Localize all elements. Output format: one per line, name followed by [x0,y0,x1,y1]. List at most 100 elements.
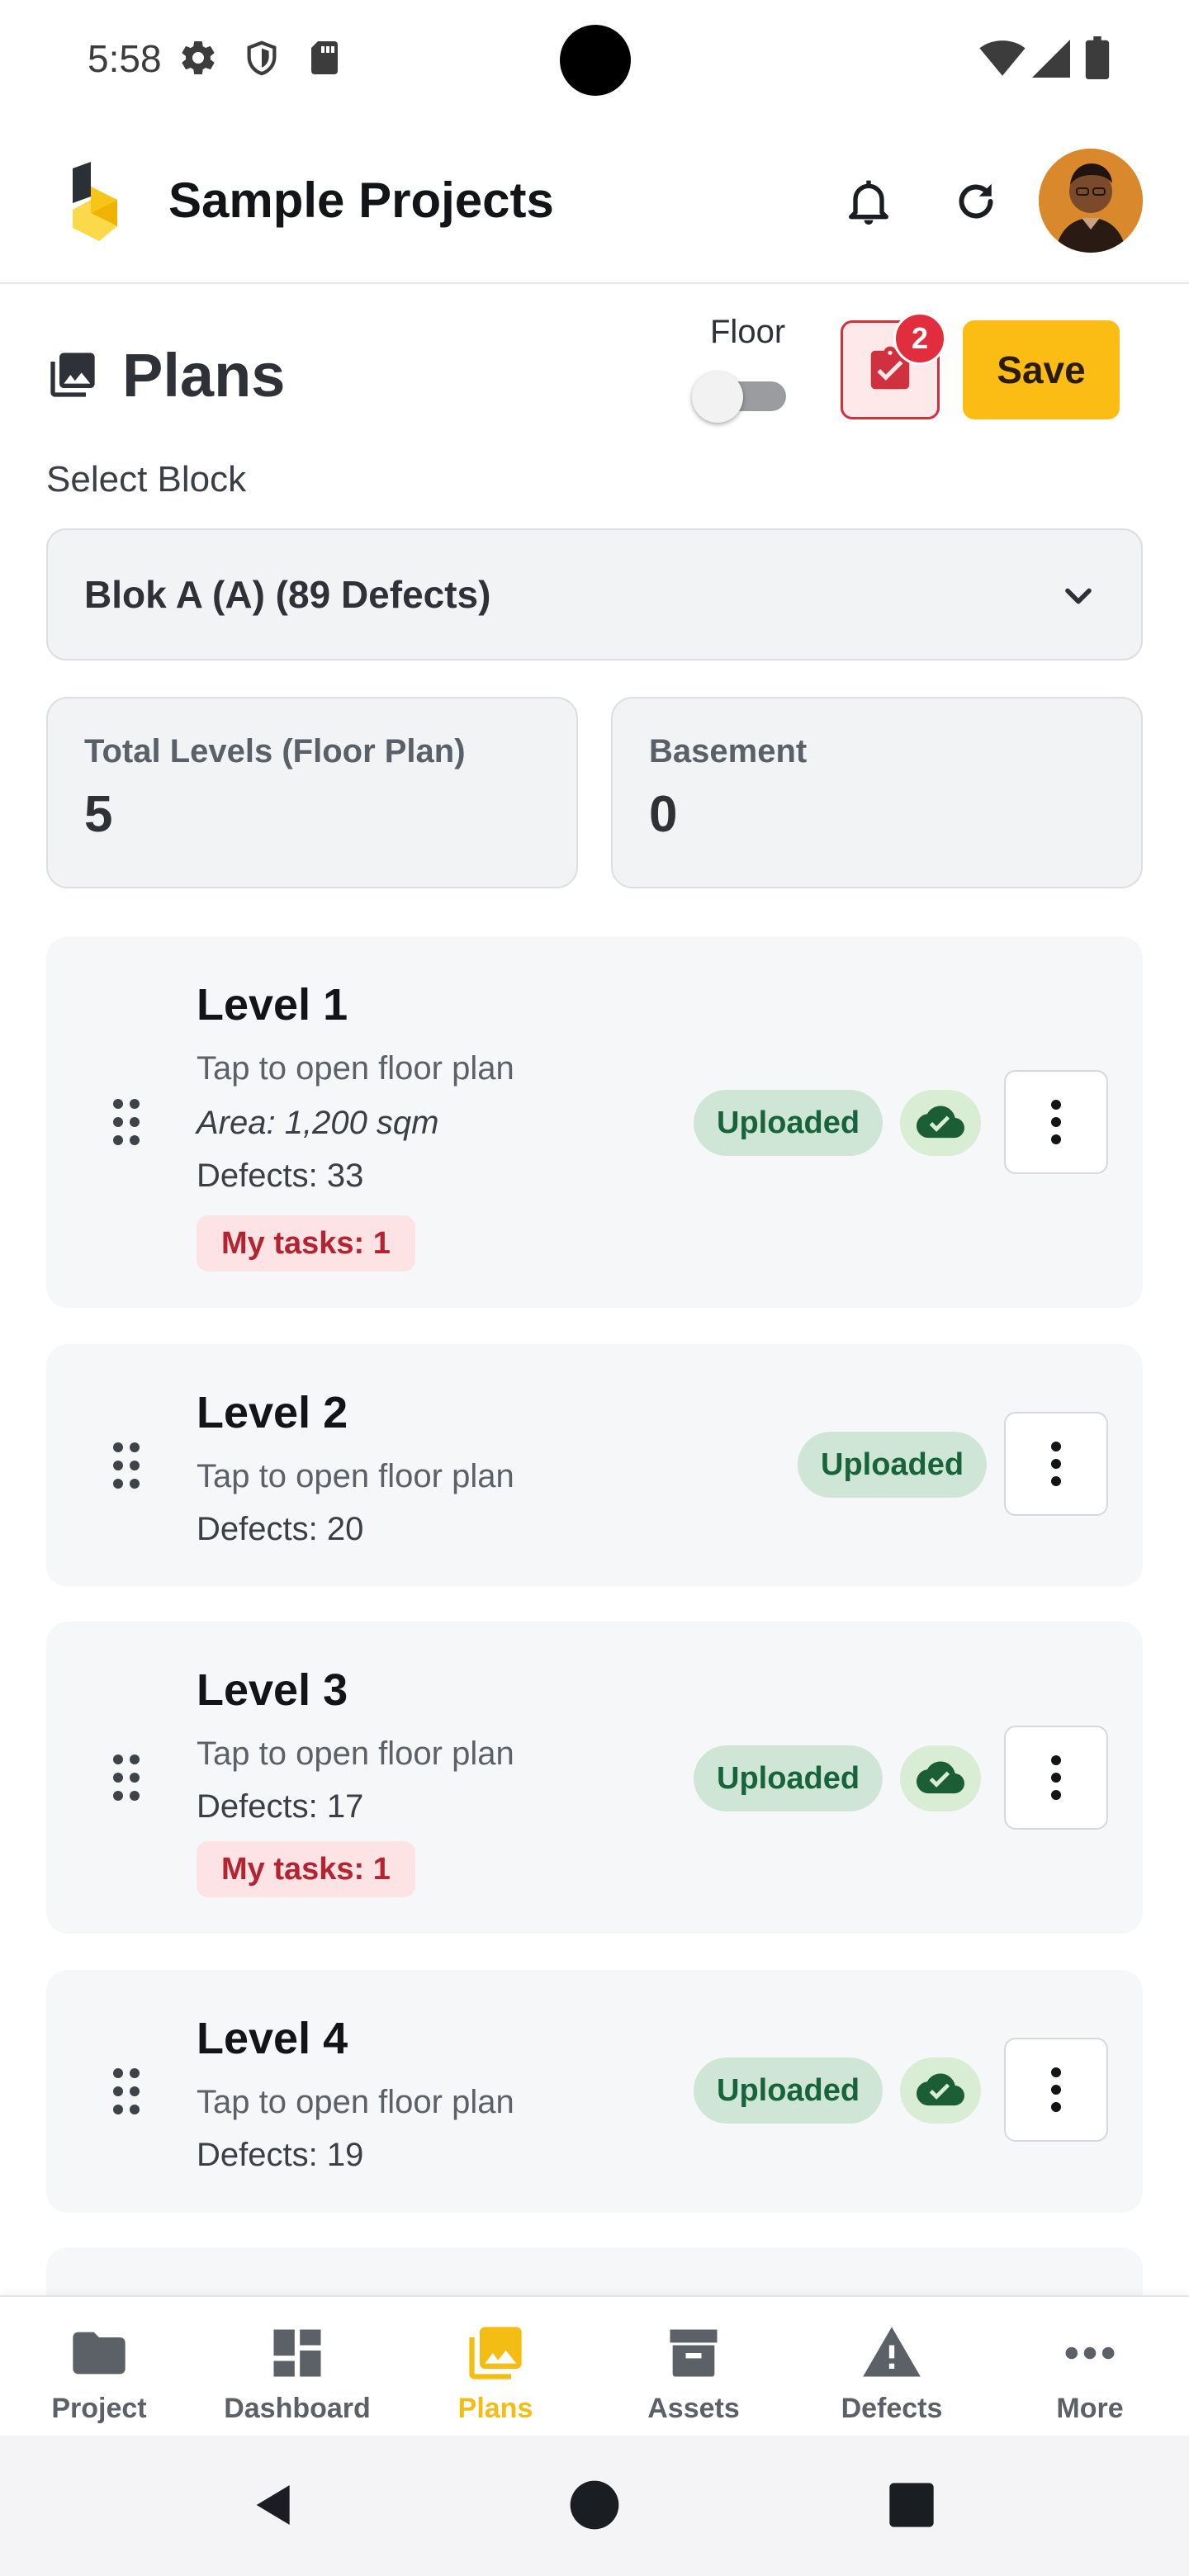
uploaded-status-badge: Uploaded [694,1745,883,1811]
cloud-check-icon [917,1106,964,1139]
front-camera [560,25,631,96]
nav-item-dashboard[interactable]: Dashboard [198,2297,396,2437]
level-subtitle: Tap to open floor plan [197,1458,514,1494]
nav-label: Assets [647,2393,740,2424]
level-defects: Defects: 20 [197,1511,364,1547]
basement-card: Basement 0 [611,697,1143,888]
shield-icon [247,40,277,76]
status-time: 5:58 [88,37,162,80]
user-avatar[interactable] [1039,149,1143,253]
warning-icon [863,2327,921,2377]
toggle-knob [692,372,743,423]
nav-item-plans[interactable]: Plans [396,2297,594,2437]
cloud-synced-badge [900,2057,981,2124]
uploaded-status-badge: Uploaded [798,1432,988,1498]
level-defects: Defects: 17 [197,1788,364,1825]
block-select-dropdown[interactable]: Blok A (A) (89 Defects) [46,528,1143,661]
block-select-value: Blok A (A) (89 Defects) [84,573,491,616]
stat-label: Total Levels (Floor Plan) [84,733,466,769]
level-options-button[interactable] [1004,1412,1108,1516]
my-tasks-chip: My tasks: 1 [197,1841,415,1897]
refresh-icon [959,183,993,219]
cloud-check-icon [917,1761,964,1794]
drag-handle-icon[interactable] [112,2067,140,2115]
notifications-button[interactable] [834,167,903,236]
level-subtitle: Tap to open floor plan [197,1735,514,1772]
uploaded-status-badge: Uploaded [694,2057,883,2124]
archive-box-icon [670,2329,718,2377]
level-title: Level 1 [197,980,348,1030]
level-options-button[interactable] [1004,1726,1108,1830]
nav-item-project[interactable]: Project [0,2297,198,2437]
cloud-synced-badge [900,1745,981,1811]
select-block-label: Select Block [46,459,247,500]
sd-card-icon [311,41,338,74]
level-options-button[interactable] [1004,2038,1108,2142]
my-tasks-chip: My tasks: 1 [197,1215,415,1271]
level-defects: Defects: 19 [197,2137,364,2173]
back-icon[interactable] [248,2479,301,2531]
home-icon[interactable] [568,2479,621,2531]
status-bar: 5:58 [0,0,1189,124]
nav-label: More [1056,2393,1124,2424]
level-subtitle: Tap to open floor plan [197,1050,514,1087]
level-title: Level 2 [197,1388,348,1437]
nav-item-assets[interactable]: Assets [594,2297,793,2437]
more-vertical-icon [1051,1755,1061,1800]
app-title: Sample Projects [168,173,554,228]
photo-library-icon [50,353,95,397]
more-vertical-icon [1051,1100,1061,1144]
stat-label: Basement [649,733,808,769]
bell-icon [849,180,888,225]
refresh-button[interactable] [941,167,1011,236]
level-card[interactable]: Level 4 Tap to open floor plan Defects: … [46,1970,1143,2213]
system-navigation-bar [0,2436,1189,2576]
uploaded-status-badge: Uploaded [694,1090,883,1156]
tasks-count-badge: 2 [893,312,946,365]
app-header: Sample Projects [0,124,1189,284]
more-vertical-icon [1051,1442,1061,1486]
avatar-photo [1039,149,1143,253]
level-card[interactable]: Level 2 Tap to open floor plan Defects: … [46,1344,1143,1587]
photo-library-icon [469,2327,522,2379]
floor-toggle-label: Floor [710,314,786,350]
more-horizontal-icon [1065,2346,1115,2360]
drag-handle-icon[interactable] [112,1442,140,1489]
nav-label: Plans [457,2393,533,2424]
stat-value: 5 [84,786,113,843]
level-area: Area: 1,200 sqm [197,1105,439,1141]
cloud-check-icon [917,2073,964,2106]
nav-label: Project [51,2393,147,2424]
drag-handle-icon[interactable] [112,1098,140,1146]
save-button[interactable]: Save [963,320,1120,419]
stat-value: 0 [649,786,678,843]
floor-toggle[interactable] [692,368,788,423]
total-levels-card: Total Levels (Floor Plan) 5 [46,697,578,888]
level-title: Level 3 [197,1665,348,1715]
plans-title: Plans [122,340,286,410]
level-card[interactable]: Level 3 Tap to open floor plan Defects: … [46,1622,1143,1934]
nav-item-more[interactable]: More [991,2297,1189,2437]
settings-icon [182,41,215,75]
folder-icon [73,2332,126,2375]
level-subtitle: Tap to open floor plan [197,2084,514,2120]
dashboard-icon [273,2329,321,2377]
chevron-down-icon [1065,588,1092,604]
app-logo [73,162,117,241]
level-options-button[interactable] [1004,1070,1108,1174]
nav-item-defects[interactable]: Defects [793,2297,991,2437]
wifi-icon [979,40,1026,76]
level-defects: Defects: 33 [197,1158,364,1194]
level-card[interactable]: Level 1 Tap to open floor plan Area: 1,2… [46,936,1143,1308]
cloud-synced-badge [900,1090,981,1156]
bottom-navigation: Project Dashboard Plans Assets Defects M… [0,2295,1189,2436]
level-title: Level 4 [197,2014,348,2063]
more-vertical-icon [1051,2067,1061,2112]
battery-icon [1085,36,1110,79]
drag-handle-icon[interactable] [112,1754,140,1802]
cellular-signal-icon [1032,40,1070,78]
plans-title-row: Plans [46,334,285,416]
nav-label: Dashboard [224,2393,371,2424]
nav-label: Defects [841,2393,943,2424]
recents-icon[interactable] [885,2479,938,2531]
